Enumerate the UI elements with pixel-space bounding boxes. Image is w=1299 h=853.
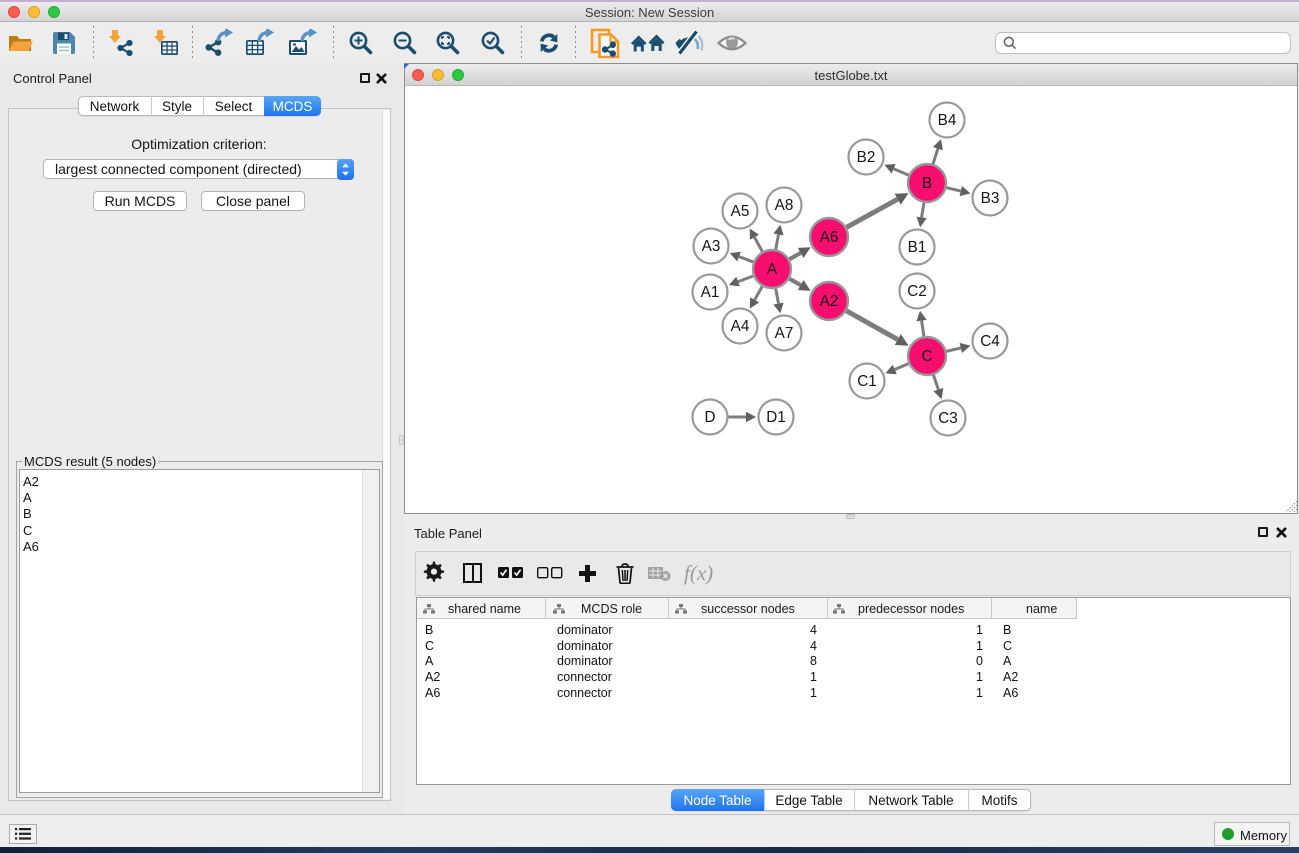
svg-text:A1: A1 [701, 284, 720, 301]
svg-text:A6: A6 [820, 229, 839, 246]
svg-text:B1: B1 [908, 239, 927, 256]
svg-text:B2: B2 [857, 149, 876, 166]
svg-text:A3: A3 [702, 238, 721, 255]
svg-text:A4: A4 [731, 318, 750, 335]
svg-text:A5: A5 [731, 203, 750, 220]
svg-text:A: A [767, 261, 778, 278]
svg-text:C4: C4 [980, 333, 1000, 350]
svg-text:D1: D1 [766, 409, 786, 426]
svg-text:A8: A8 [775, 197, 794, 214]
svg-text:B4: B4 [938, 112, 957, 129]
svg-text:A7: A7 [775, 325, 794, 342]
svg-text:A2: A2 [820, 293, 839, 310]
svg-text:B3: B3 [981, 190, 1000, 207]
svg-text:C2: C2 [907, 283, 927, 300]
svg-text:D: D [704, 409, 715, 426]
svg-text:C3: C3 [938, 410, 958, 427]
svg-text:C1: C1 [857, 373, 877, 390]
svg-text:C: C [921, 348, 932, 365]
svg-text:B: B [922, 175, 932, 192]
